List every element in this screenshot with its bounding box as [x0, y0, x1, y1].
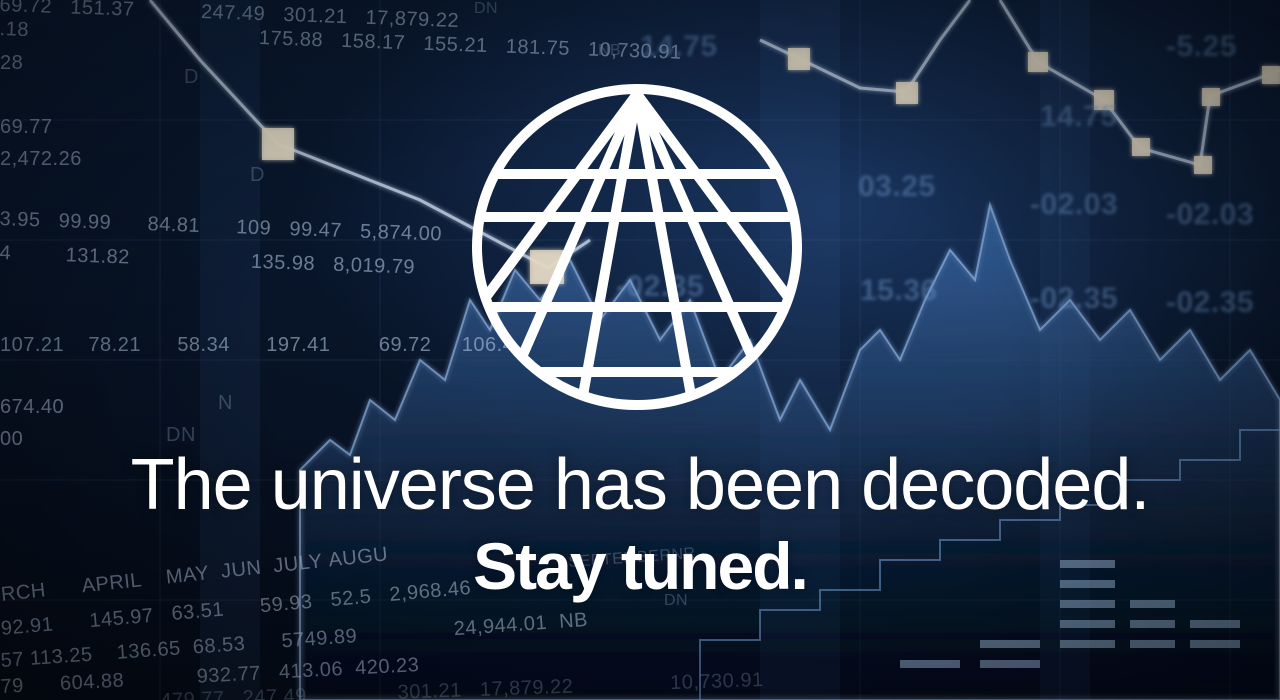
bg-ticker: 28 [0, 52, 24, 74]
bg-ticker: NB [598, 42, 622, 59]
bg-ticker: 674.40 [0, 396, 65, 418]
bg-ticker: D [184, 66, 199, 88]
splash-screen: 69.72 151.37 247.49 301.21 17,879.22 DN … [0, 0, 1280, 700]
bg-ticker: -02.03 [1030, 188, 1119, 221]
hero-headline: The universe has been decoded. [130, 445, 1151, 525]
bg-ticker: 69.77 [0, 116, 53, 138]
bg-ticker: 03.25 [858, 170, 936, 203]
bg-ticker: 2,472.26 [0, 148, 82, 170]
bg-ticker: 14.75 [1040, 100, 1118, 133]
bg-ticker: 14.75 [640, 30, 718, 63]
bg-ticker: -02.03 [1166, 198, 1255, 231]
hero-subline: Stay tuned. [473, 529, 809, 603]
bg-ticker: 15.36 [860, 274, 938, 307]
bg-ticker: 107.21 78.21 58.34 197.41 69.72 106.4 [0, 334, 515, 356]
bg-ticker: DN [474, 0, 499, 17]
globe-grid-icon [472, 84, 802, 410]
bg-ticker: N [218, 392, 233, 414]
bg-ticker: -5.25 [1166, 30, 1237, 63]
bg-ticker: -02.35 [1166, 286, 1255, 319]
bg-ticker: -02.35 [1030, 282, 1119, 315]
bg-ticker: D [250, 164, 265, 186]
